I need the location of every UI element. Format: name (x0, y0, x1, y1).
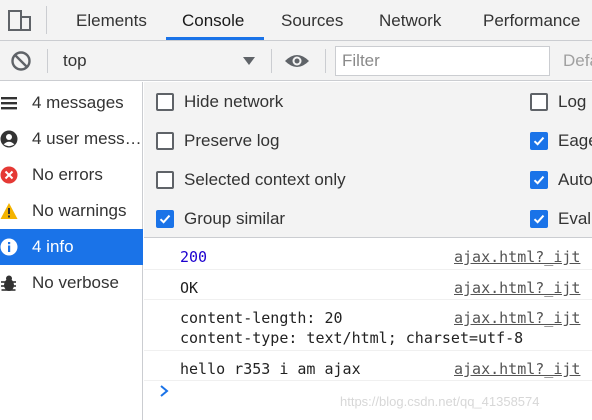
tab-console[interactable]: Console (182, 0, 244, 41)
active-tab-indicator (166, 37, 264, 40)
sidebar-item-verbose[interactable]: No verbose (0, 265, 143, 301)
sidebar-item-label: 4 messages (32, 93, 124, 112)
sidebar-item-errors[interactable]: No errors (0, 157, 143, 193)
dropdown-arrow-icon (243, 57, 255, 65)
console-settings-pane: Hide network Preserve log Selected conte… (144, 82, 592, 238)
message-text: hello r353 i am ajax (180, 360, 361, 378)
context-selector[interactable]: top (56, 41, 266, 81)
preserve-log-checkbox[interactable] (156, 132, 174, 150)
device-toolbar-icon[interactable] (6, 7, 34, 34)
message-source-link[interactable]: ajax.html?_ijt (454, 359, 580, 379)
checkmark-icon (533, 136, 545, 146)
setting-label: Selected context only (184, 170, 346, 189)
sidebar-item-user-messages[interactable]: 4 user mess… (0, 121, 143, 157)
bug-icon (1, 275, 16, 291)
error-icon (0, 166, 18, 184)
evaluate-activation-checkbox[interactable] (530, 210, 548, 228)
console-message: 200 ajax.html?_ijt (144, 239, 592, 270)
watermark: https://blog.csdn.net/qq_41358574 (340, 394, 540, 409)
sidebar-item-info[interactable]: 4 info (0, 229, 143, 265)
group-similar-checkbox[interactable] (156, 210, 174, 228)
list-icon (1, 97, 17, 110)
sidebar-item-label: No warnings (32, 201, 127, 220)
console-prompt-icon[interactable] (158, 384, 170, 398)
message-text: OK (180, 279, 199, 297)
tab-network[interactable]: Network (379, 0, 441, 41)
setting-label: Eage (558, 131, 592, 150)
autocomplete-checkbox[interactable] (530, 171, 548, 189)
checkmark-icon (159, 214, 171, 224)
sidebar-item-label: No errors (32, 165, 103, 184)
setting-label: Preserve log (184, 131, 280, 150)
sidebar-item-warnings[interactable]: No warnings (0, 193, 143, 229)
sidebar-item-messages[interactable]: 4 messages (0, 85, 143, 121)
message-text: 200 (180, 248, 208, 266)
eye-icon[interactable] (284, 52, 310, 70)
user-icon (0, 130, 18, 148)
toolbar-separator (325, 49, 326, 73)
checkmark-icon (533, 175, 545, 185)
console-toolbar: top Defa (0, 41, 592, 81)
toolbar-separator (271, 49, 272, 73)
devtools-tab-bar: Elements Console Sources Network Perform… (0, 0, 592, 41)
setting-label: Hide network (184, 92, 284, 111)
warning-icon (0, 203, 18, 219)
context-label: top (63, 51, 87, 70)
log-levels-dropdown[interactable]: Defa (563, 41, 592, 81)
tab-separator (46, 6, 47, 34)
checkmark-icon (533, 214, 545, 224)
filter-input[interactable] (335, 46, 550, 76)
clear-console-icon[interactable] (10, 50, 32, 72)
sidebar-item-label: No verbose (32, 273, 119, 292)
tab-elements[interactable]: Elements (76, 0, 147, 41)
message-source-link[interactable]: ajax.html?_ijt (454, 278, 580, 298)
log-xhr-checkbox[interactable] (530, 93, 548, 111)
info-icon (0, 238, 18, 256)
sidebar-item-label: 4 user mess… (32, 129, 142, 148)
setting-label: Evalu (558, 209, 592, 228)
message-source-link[interactable]: ajax.html?_ijt (454, 308, 580, 328)
sidebar-item-label: 4 info (32, 237, 74, 256)
eager-evaluation-checkbox[interactable] (530, 132, 548, 150)
console-message: hello r353 i am ajax ajax.html?_ijt (144, 351, 592, 381)
tab-performance[interactable]: Performance (483, 0, 580, 41)
setting-label: Auto (558, 170, 592, 189)
toolbar-separator (47, 49, 48, 73)
console-messages: 200 ajax.html?_ijt OK ajax.html?_ijt con… (144, 239, 592, 420)
message-source-link[interactable]: ajax.html?_ijt (454, 247, 580, 267)
hide-network-checkbox[interactable] (156, 93, 174, 111)
selected-context-checkbox[interactable] (156, 171, 174, 189)
console-message: content-length: 20 content-type: text/ht… (144, 300, 592, 351)
console-message: OK ajax.html?_ijt (144, 270, 592, 300)
setting-label: Group similar (184, 209, 286, 228)
console-sidebar: 4 messages 4 user mess… No errors No war… (0, 82, 143, 420)
tab-sources[interactable]: Sources (281, 0, 343, 41)
setting-label: Log (558, 92, 587, 111)
